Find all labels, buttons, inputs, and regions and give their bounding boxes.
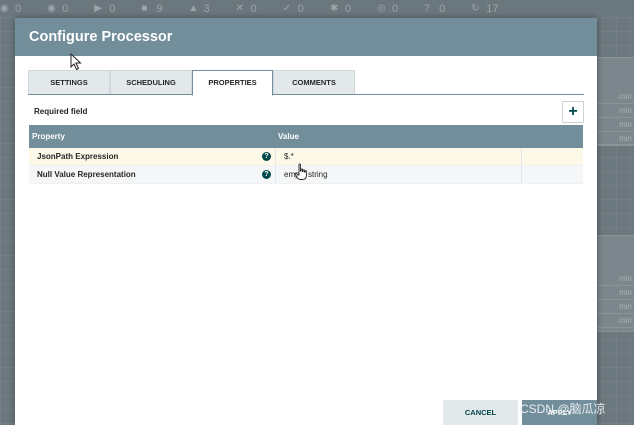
sync-failure-icon: ? (424, 2, 430, 14)
cell-divider (521, 166, 522, 183)
status-stale: ◎ 0 (377, 2, 399, 15)
help-icon[interactable]: ? (262, 170, 271, 179)
disabled-icon: ✕ (235, 2, 245, 14)
column-header-property: Property (32, 132, 65, 141)
status-up-to-date: ✓ 0 (282, 2, 304, 15)
tab-properties[interactable]: PROPERTIES (192, 70, 273, 96)
configure-processor-dialog: Configure Processor SETTINGS SCHEDULING … (15, 18, 597, 425)
tab-settings[interactable]: SETTINGS (28, 70, 110, 94)
status-running: ▶ 0 (94, 2, 116, 15)
tab-scheduling[interactable]: SCHEDULING (110, 70, 192, 94)
column-header-value: Value (278, 132, 299, 141)
table-header: Property Value (29, 125, 583, 148)
dialog-title: Configure Processor (15, 18, 597, 56)
cancel-button[interactable]: CANCEL (443, 400, 518, 425)
status-invalid: ▲ 3 (188, 2, 210, 15)
watermark: CSDN @脑瓜凉 (520, 402, 606, 416)
tab-bar: SETTINGS SCHEDULING PROPERTIES COMMENTS (28, 70, 584, 96)
hand-cursor-icon (294, 163, 307, 180)
stopped-icon: ■ (141, 2, 148, 14)
invalid-icon: ▲ (188, 2, 199, 14)
stale-icon: ◎ (377, 2, 386, 14)
property-name: Null Value Representation (37, 170, 136, 179)
status-stopped: ■ 9 (141, 2, 163, 15)
running-icon: ▶ (94, 2, 102, 14)
add-property-button[interactable]: + (562, 101, 584, 123)
transmitting-icon: ◉ (47, 2, 56, 14)
required-field-label: Required field (34, 107, 88, 116)
tab-comments[interactable]: COMMENTS (273, 70, 355, 94)
status-transmitting: ◉ 0 (47, 2, 69, 15)
cell-divider (521, 148, 522, 165)
property-name: JsonPath Expression (37, 152, 119, 161)
help-icon[interactable]: ? (262, 152, 271, 161)
refresh-icon: ↻ (471, 2, 480, 14)
property-value[interactable]: $.* (284, 148, 294, 165)
status-sync-failure: ? 0 (424, 2, 446, 15)
bulletin-icon: ◉ (0, 2, 9, 14)
cell-divider (275, 166, 276, 183)
status-locally-modified: ✱ 0 (329, 2, 351, 15)
up-to-date-icon: ✓ (282, 2, 292, 14)
status-bar: ◉ 0 ◉ 0 ▶ 0 ■ 9 ▲ 3 ✕ 0 ✓ 0 ✱ 0 ◎ 0 ? 0 ↻ 17 (0, 0, 634, 17)
arrow-cursor-icon (70, 53, 82, 71)
status-bulletin: ◉ 0 (0, 2, 22, 15)
plus-icon: + (568, 103, 578, 120)
locally-modified-icon: ✱ (329, 2, 339, 14)
status-refresh: ↻ 17 (471, 2, 499, 15)
status-disabled: ✕ 0 (235, 2, 257, 15)
cell-divider (275, 148, 276, 165)
